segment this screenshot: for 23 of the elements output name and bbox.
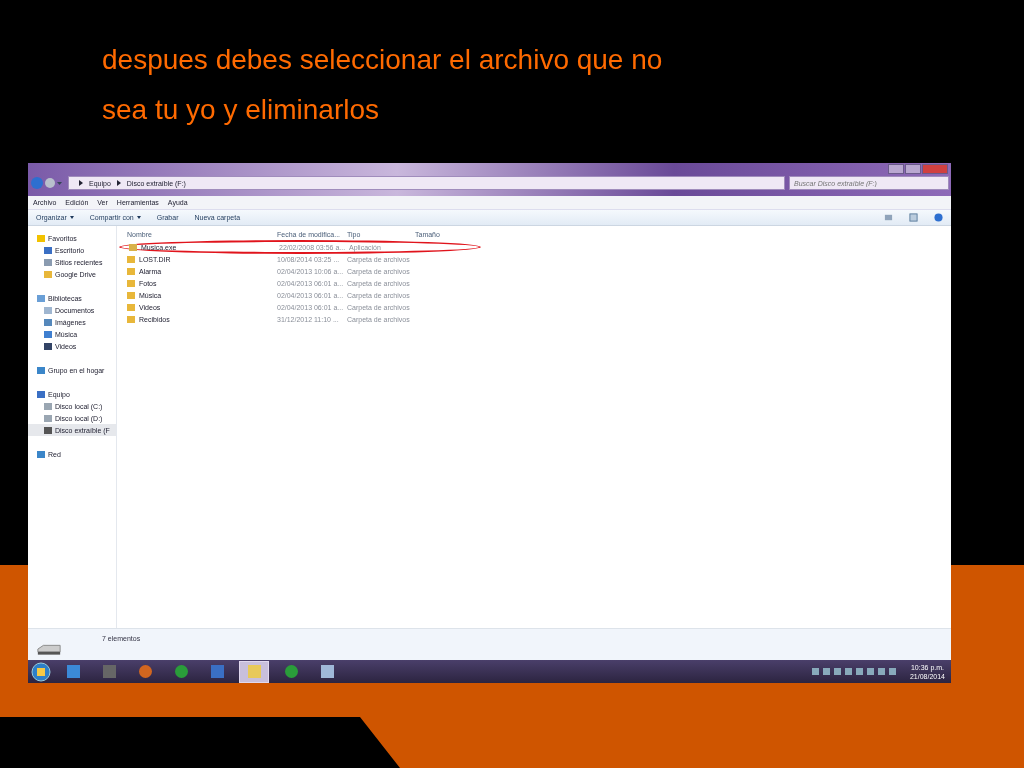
taskbar-button[interactable]: [239, 660, 269, 683]
start-button-icon[interactable]: [31, 661, 51, 682]
back-forward-icon[interactable]: [30, 176, 64, 190]
app-icon: [210, 665, 224, 678]
chevron-icon: [79, 180, 83, 186]
sidebar-item-icon: [37, 450, 45, 458]
caret-icon: [69, 216, 74, 219]
app-icon: [174, 665, 188, 678]
chevron-icon: [116, 180, 121, 186]
drive-icon: [36, 643, 62, 657]
app-icon: [320, 665, 334, 678]
slide-title: despues debes seleccionar el archivo que no sea tu yo y eliminarlos: [101, 43, 664, 127]
app-icon: [247, 665, 261, 678]
app-icon: [66, 665, 80, 678]
window-controls-icon[interactable]: [888, 164, 948, 174]
tray-icons[interactable]: [811, 668, 896, 675]
app-icon: [138, 665, 152, 678]
sidebar-item-icon: [37, 366, 45, 374]
app-icon: [284, 665, 298, 678]
view-icon[interactable]: [884, 213, 893, 222]
caret-icon: [136, 216, 141, 219]
help-icon[interactable]: [934, 213, 943, 222]
app-icon: [102, 665, 116, 678]
